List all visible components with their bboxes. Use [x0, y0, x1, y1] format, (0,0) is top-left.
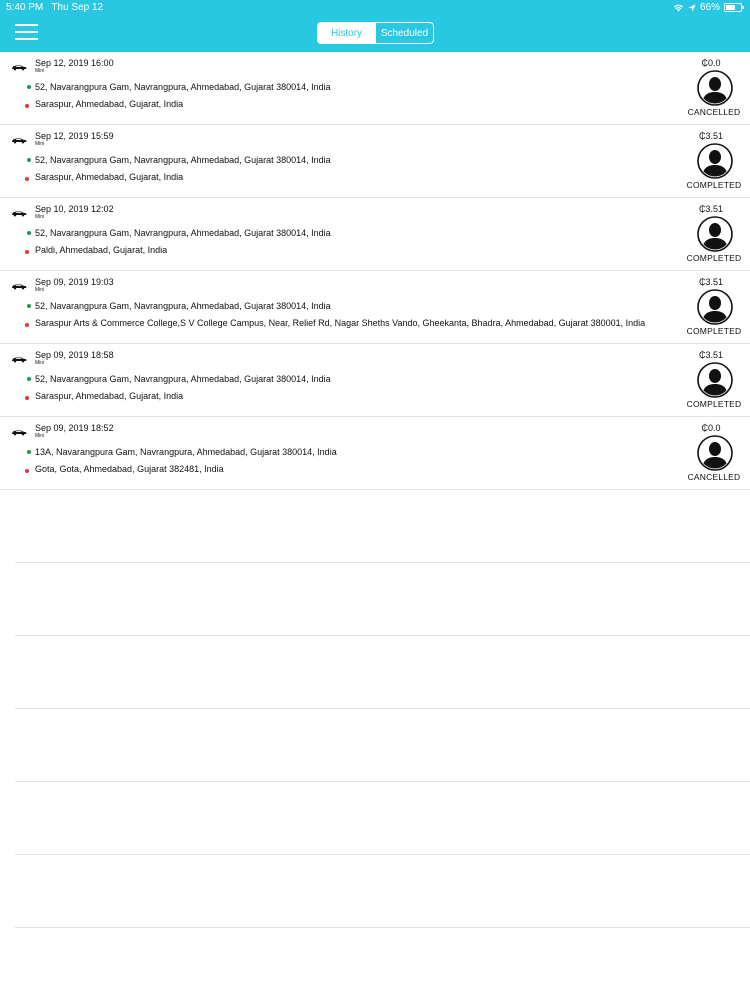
ride-row[interactable]: Sep 09, 2019 18:52 Mini 13A, Navarangpur…	[0, 417, 750, 490]
driver-avatar-icon	[697, 362, 733, 398]
ride-status-label: COMPLETED	[686, 180, 742, 190]
driver-avatar-icon	[697, 143, 733, 179]
ride-fare: ₵0.0	[701, 423, 721, 433]
ride-row[interactable]: Sep 10, 2019 12:02 Mini 52, Navarangpura…	[0, 198, 750, 271]
history-scheduled-segmented-control: History Scheduled	[317, 22, 434, 44]
pickup-dot-icon	[27, 450, 31, 454]
ride-datetime: Sep 10, 2019 12:02	[35, 204, 114, 214]
ride-fare: ₵3.51	[698, 350, 724, 360]
empty-list-row	[15, 563, 750, 636]
ride-datetime: Sep 09, 2019 18:52	[35, 423, 114, 433]
app-header: 5:40 PM Thu Sep 12 66% History Scheduled	[0, 0, 750, 52]
ride-status-label: COMPLETED	[686, 253, 742, 263]
battery-percent: 66%	[699, 2, 720, 13]
drop-dot-icon	[25, 250, 29, 254]
ride-datetime: Sep 12, 2019 15:59	[35, 131, 114, 141]
ride-fare: ₵3.51	[698, 204, 724, 214]
ride-status-label: CANCELLED	[687, 107, 741, 117]
driver-avatar-icon	[697, 289, 733, 325]
pickup-dot-icon	[27, 158, 31, 162]
ride-drop-address: Saraspur, Ahmedabad, Gujarat, India	[35, 99, 184, 109]
ride-drop-address: Saraspur Arts & Commerce College,S V Col…	[35, 318, 646, 328]
ride-pickup-address: 52, Navarangpura Gam, Navrangpura, Ahmed…	[35, 301, 331, 311]
pickup-dot-icon	[27, 231, 31, 235]
status-bar-left: 5:40 PM Thu Sep 12	[6, 2, 103, 13]
status-date: Thu Sep 12	[51, 2, 104, 13]
ride-pickup-address: 52, Navarangpura Gam, Navrangpura, Ahmed…	[35, 155, 331, 165]
drop-dot-icon	[25, 396, 29, 400]
ride-drop-address: Saraspur, Ahmedabad, Gujarat, India	[35, 391, 184, 401]
ride-drop-address: Saraspur, Ahmedabad, Gujarat, India	[35, 172, 184, 182]
ride-row[interactable]: Sep 09, 2019 18:58 Mini 52, Navarangpura…	[0, 344, 750, 417]
ride-vehicle-type: Mini	[35, 433, 45, 439]
ride-fare: ₵3.51	[698, 277, 724, 287]
hamburger-menu-icon[interactable]	[15, 24, 38, 42]
drop-dot-icon	[25, 469, 29, 473]
ride-vehicle-type: Mini	[35, 360, 45, 366]
pickup-dot-icon	[27, 304, 31, 308]
car-icon	[11, 277, 27, 290]
driver-avatar-icon	[697, 216, 733, 252]
pickup-dot-icon	[27, 377, 31, 381]
ride-history-list: Sep 12, 2019 16:00 Mini 52, Navarangpura…	[0, 52, 750, 928]
pickup-dot-icon	[27, 85, 31, 89]
ride-vehicle-type: Mini	[35, 141, 45, 147]
empty-list-row	[15, 636, 750, 709]
ride-row[interactable]: Sep 09, 2019 19:03 Mini 52, Navarangpura…	[0, 271, 750, 344]
empty-list-row	[15, 855, 750, 928]
battery-icon	[724, 3, 744, 12]
drop-dot-icon	[25, 323, 29, 327]
ride-row[interactable]: Sep 12, 2019 15:59 Mini 52, Navarangpura…	[0, 125, 750, 198]
drop-dot-icon	[25, 177, 29, 181]
empty-list-row	[15, 782, 750, 855]
ride-datetime: Sep 12, 2019 16:00	[35, 58, 114, 68]
car-icon	[11, 350, 27, 363]
ride-drop-address: Gota, Gota, Ahmedabad, Gujarat 382481, I…	[35, 464, 224, 474]
ride-row[interactable]: Sep 12, 2019 16:00 Mini 52, Navarangpura…	[0, 52, 750, 125]
ride-fare: ₵3.51	[698, 131, 724, 141]
ride-pickup-address: 52, Navarangpura Gam, Navrangpura, Ahmed…	[35, 228, 331, 238]
car-icon	[11, 423, 27, 436]
tab-history[interactable]: History	[318, 23, 375, 43]
tab-scheduled[interactable]: Scheduled	[375, 23, 433, 43]
car-icon	[11, 131, 27, 144]
ride-status-label: COMPLETED	[686, 399, 742, 409]
empty-list-row	[15, 490, 750, 563]
ride-vehicle-type: Mini	[35, 68, 45, 74]
car-icon	[11, 58, 27, 71]
status-time: 5:40 PM	[6, 2, 44, 13]
ride-datetime: Sep 09, 2019 18:58	[35, 350, 114, 360]
ride-status-label: COMPLETED	[686, 326, 742, 336]
ride-datetime: Sep 09, 2019 19:03	[35, 277, 114, 287]
driver-avatar-icon	[697, 70, 733, 106]
drop-dot-icon	[25, 104, 29, 108]
ride-pickup-address: 52, Navarangpura Gam, Navrangpura, Ahmed…	[35, 82, 331, 92]
battery-level	[726, 5, 736, 10]
ride-vehicle-type: Mini	[35, 287, 45, 293]
ride-status-label: CANCELLED	[687, 472, 741, 482]
ride-vehicle-type: Mini	[35, 214, 45, 220]
ride-fare: ₵0.0	[701, 58, 721, 68]
car-icon	[11, 204, 27, 217]
status-bar-right: 66%	[673, 2, 744, 13]
empty-list-row	[15, 709, 750, 782]
ride-drop-address: Paldi, Ahmedabad, Gujarat, India	[35, 245, 168, 255]
driver-avatar-icon	[697, 435, 733, 471]
ride-pickup-address: 13A, Navarangpura Gam, Navrangpura, Ahme…	[35, 447, 337, 457]
ride-pickup-address: 52, Navarangpura Gam, Navrangpura, Ahmed…	[35, 374, 331, 384]
wifi-icon	[673, 4, 684, 12]
location-arrow-icon	[688, 3, 696, 12]
